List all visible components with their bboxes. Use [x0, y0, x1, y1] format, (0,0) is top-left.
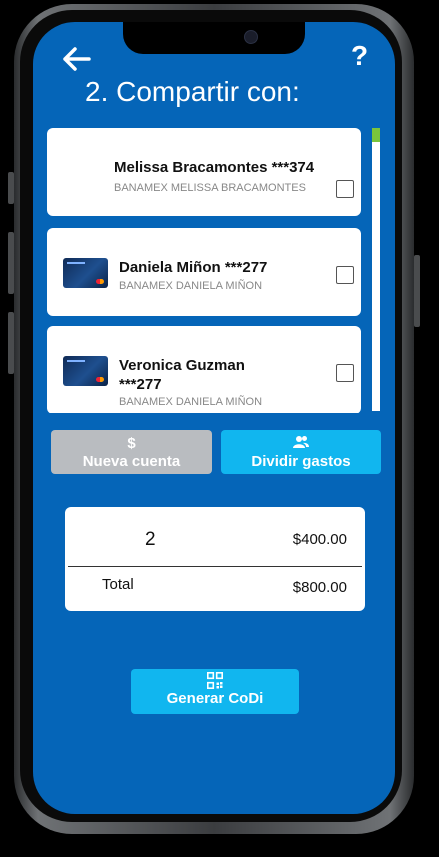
- contact-card-veronica[interactable]: Veronica Guzman ***277 BANAMEX DANIELA M…: [47, 326, 361, 413]
- contact-card-daniela[interactable]: Daniela Miñon ***277 BANAMEX DANIELA MIÑ…: [47, 228, 361, 316]
- split-quantity: 2: [145, 529, 156, 550]
- camera-icon: [244, 30, 258, 44]
- phone-side-button: [8, 232, 14, 294]
- scrollbar[interactable]: [372, 128, 380, 411]
- summary-panel: 2 $400.00 Total $800.00: [65, 507, 365, 611]
- split-expenses-label: Dividir gastos: [251, 453, 351, 470]
- phone-side-button: [8, 172, 14, 204]
- total-label: Total: [102, 576, 134, 593]
- new-account-button[interactable]: $ Nueva cuenta: [51, 430, 212, 474]
- select-checkbox[interactable]: [336, 180, 354, 198]
- contact-name: Veronica Guzman ***277: [119, 357, 245, 393]
- notch: [123, 22, 305, 54]
- per-person-amount: $400.00: [292, 531, 347, 548]
- generate-codi-label: Generar CoDi: [166, 690, 264, 707]
- help-button[interactable]: ?: [351, 40, 368, 72]
- total-amount: $800.00: [292, 579, 347, 596]
- contact-bank: BANAMEX DANIELA MIÑON: [119, 280, 263, 292]
- contact-bank: BANAMEX DANIELA MIÑON: [119, 396, 263, 408]
- people-icon: [221, 435, 381, 453]
- contact-bank: BANAMEX MELISSA BRACAMONTES: [114, 182, 306, 194]
- generate-codi-button[interactable]: Generar CoDi: [131, 669, 299, 714]
- qr-code-icon: [131, 672, 299, 690]
- credit-card-icon: [63, 258, 108, 288]
- scrollbar-thumb[interactable]: [372, 128, 380, 142]
- new-account-label: Nueva cuenta: [82, 453, 181, 470]
- select-checkbox[interactable]: [336, 364, 354, 382]
- contact-name: Melissa Bracamontes ***374: [114, 159, 315, 176]
- contact-name: Daniela Miñon ***277: [119, 259, 268, 276]
- contact-card-melissa[interactable]: Melissa Bracamontes ***374 BANAMEX MELIS…: [47, 128, 361, 216]
- dollar-icon: $: [127, 435, 136, 452]
- arrow-left-icon[interactable]: [61, 46, 93, 72]
- app-screen: ? 2. Compartir con: Melissa Bracamontes …: [33, 22, 395, 814]
- page-title: 2. Compartir con:: [85, 76, 300, 107]
- phone-side-button: [414, 255, 420, 327]
- split-expenses-button[interactable]: Dividir gastos: [221, 430, 381, 474]
- phone-side-button: [8, 312, 14, 374]
- select-checkbox[interactable]: [336, 266, 354, 284]
- contact-list[interactable]: Melissa Bracamontes ***374 BANAMEX MELIS…: [47, 128, 363, 413]
- credit-card-icon: [63, 356, 108, 386]
- divider: [68, 566, 362, 567]
